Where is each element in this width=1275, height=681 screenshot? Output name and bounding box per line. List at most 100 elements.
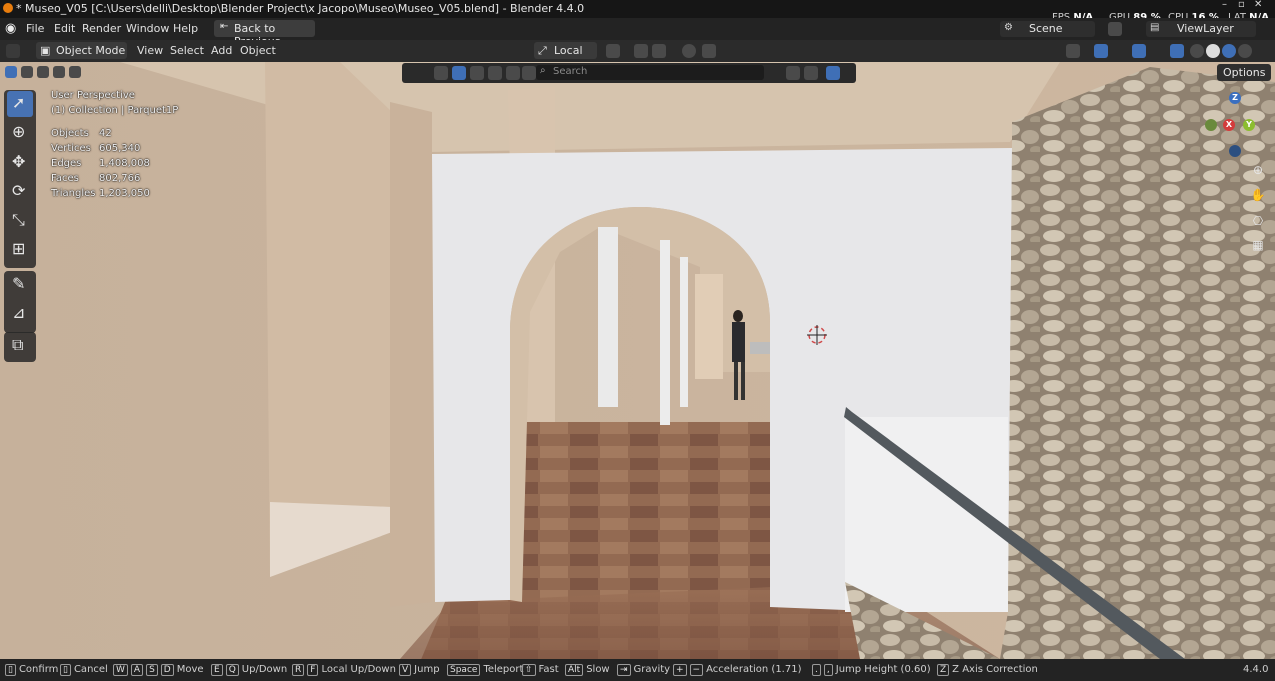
gizmo-negative-z[interactable] [1229,145,1241,157]
gizmo-negative-y[interactable] [1205,119,1217,131]
rotate-icon: ⟳ [12,181,26,200]
add-cube-tool[interactable]: ⧉ [7,333,33,359]
menu-object[interactable]: Object [240,44,276,57]
pivot-point-icon[interactable] [606,44,620,58]
options-button[interactable]: Options [1217,64,1271,81]
select-tool[interactable]: ➚ [7,91,33,117]
menu-add[interactable]: Add [211,44,232,57]
view-layer-icon: ▤ [1150,22,1160,33]
zoom-icon[interactable]: ⊕ [1249,161,1267,179]
overlay-toggle-icon[interactable] [1132,44,1146,58]
comma-key-icon: , [823,664,833,676]
menu-window[interactable]: Window [126,22,169,35]
close-icon[interactable]: ✕ [1254,0,1262,10]
pan-hand-icon[interactable]: ✋ [1249,186,1267,204]
status-move: W A S D Move [113,664,204,676]
gizmo-y-axis[interactable]: Y [1243,119,1255,131]
back-icon: ⇤ [220,21,229,32]
bookmark-icon[interactable] [786,66,800,80]
back-to-previous-button[interactable]: ⇤ Back to Previous [214,20,315,48]
search-icon: ⌕ [540,65,546,76]
move-tool[interactable]: ✥ [7,150,33,176]
snap-icon[interactable] [634,44,648,58]
stat-edges-value: 1,408,008 [99,158,150,169]
status-slow: Alt Slow [565,664,610,676]
gizmo-x-axis[interactable]: X [1223,119,1235,131]
window-title: * Museo_V05 [C:\Users\delli\Desktop\Blen… [16,2,585,15]
navigation-gizmo[interactable]: Z X Y [1205,92,1265,157]
shading-color-icon[interactable] [434,66,448,80]
transform-orientation-dropdown[interactable]: ⤢ Local [534,42,597,59]
camera-icon[interactable] [522,66,536,80]
world-icon[interactable] [488,66,502,80]
display-icon[interactable] [804,66,818,80]
stat-faces-label: Faces [51,173,79,184]
asset-toolbar: ⌕ Search [402,63,856,83]
gizmo-toggle-icon[interactable] [1094,44,1108,58]
viewport-mode-icon[interactable] [452,66,466,80]
solid-shading-icon[interactable] [1206,44,1220,58]
material-shading-icon[interactable] [1222,44,1236,58]
status-jump: V Jump [399,664,440,676]
menu-render[interactable]: Render [82,22,121,35]
minimize-icon[interactable]: – [1222,0,1227,10]
menu-select[interactable]: Select [170,44,204,57]
scale-tool[interactable]: ⤡ [7,208,33,234]
annotate-tool[interactable]: ✎ [7,272,33,298]
menu-file[interactable]: File [26,22,44,35]
rendered-shading-icon[interactable] [1238,44,1252,58]
menu-help[interactable]: Help [173,22,198,35]
snap-target-icon[interactable] [652,44,666,58]
transform-tool[interactable]: ⊞ [7,237,33,263]
status-fast: ⇧ Fast [522,664,559,676]
select-subtract-icon[interactable] [37,66,49,78]
blender-menu-icon[interactable]: ◉ [5,21,16,36]
measure-tool[interactable]: ⊿ [7,301,33,327]
period-key-icon: . [812,664,821,676]
scale-icon: ⤡ [12,210,25,229]
scene-icon: ⚙ [1004,22,1013,33]
maximize-icon[interactable]: ▫ [1238,0,1245,10]
status-confirm: ▯ Confirm [5,664,58,676]
status-local-updown: R F Local Up/Down [292,664,396,676]
pencil-icon: ✎ [12,274,26,293]
3d-viewport[interactable]: User Perspective (1) Collection | Parque… [0,62,1275,659]
mouse-left-icon: ▯ [5,664,16,676]
camera-view-icon[interactable]: ⎔ [1249,212,1267,230]
shift-icon: ⇧ [522,664,536,676]
crosshair-icon: ⊕ [12,122,26,141]
mouse-right-icon: ▯ [60,664,71,676]
viewport-perspective-label: User Perspective [51,90,135,101]
stat-objects-value: 42 [99,128,112,139]
new-scene-icon[interactable] [1108,22,1122,36]
image-icon[interactable] [506,66,520,80]
scene-selector[interactable]: ⚙ Scene [1000,21,1095,37]
object-mode-dropdown[interactable]: ▣ Object Mode [36,42,127,59]
proportional-editing-icon[interactable] [682,44,696,58]
filter-icon[interactable] [826,66,840,80]
gizmo-z-axis[interactable]: Z [1229,92,1241,104]
menu-edit[interactable]: Edit [54,22,75,35]
select-extend-icon[interactable] [21,66,33,78]
cube-add-icon: ⧉ [12,335,24,354]
view-layer-selector[interactable]: ▤ ViewLayer [1146,21,1256,37]
status-updown: E Q Up/Down [211,664,287,676]
xray-toggle-icon[interactable] [1170,44,1184,58]
wireframe-shading-icon[interactable] [1190,44,1204,58]
perspective-toggle-icon[interactable]: ▦ [1249,236,1267,254]
select-invert-icon[interactable] [53,66,65,78]
select-box-icon[interactable] [5,66,17,78]
editor-type-icon[interactable] [6,44,20,58]
sphere-icon[interactable] [470,66,484,80]
visibility-icon[interactable] [1066,44,1080,58]
select-intersect-icon[interactable] [69,66,81,78]
search-input[interactable]: ⌕ Search [536,65,764,80]
blender-version: 4.4.0 [1243,664,1269,675]
cursor-tool[interactable]: ⊕ [7,120,33,146]
rotate-tool[interactable]: ⟳ [7,179,33,205]
scene-render [0,62,1275,659]
falloff-icon[interactable] [702,44,716,58]
stat-objects-label: Objects [51,128,89,139]
menu-view[interactable]: View [137,44,163,57]
stat-vertices-label: Vertices [51,143,91,154]
